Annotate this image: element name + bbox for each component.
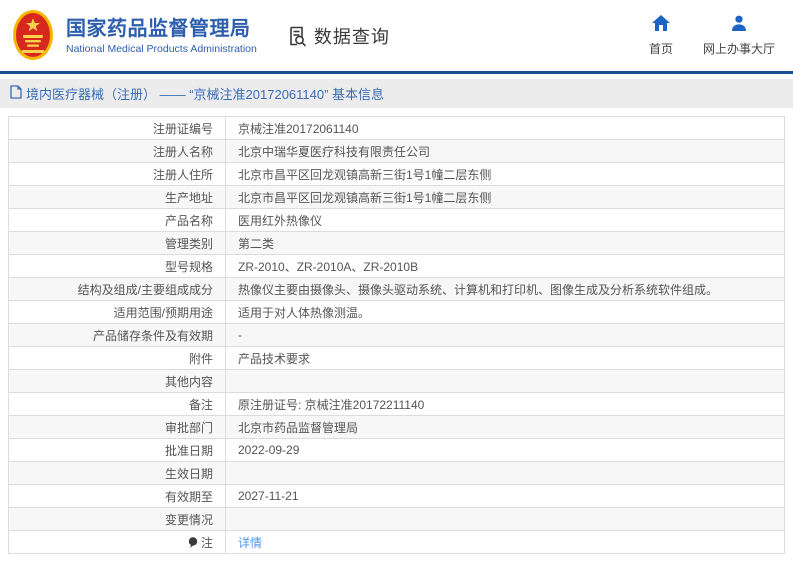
header-divider bbox=[0, 71, 793, 74]
row-value: 2027-11-21 bbox=[238, 489, 299, 503]
table-row: 批准日期 2022-09-29 bbox=[9, 439, 784, 462]
row-value: 第二类 bbox=[238, 236, 275, 251]
row-label-text: 产品名称 bbox=[164, 213, 213, 228]
row-value: 详情 bbox=[226, 531, 784, 553]
row-label-text: 注册人名称 bbox=[152, 144, 213, 159]
row-value bbox=[226, 508, 784, 530]
row-label: 适用范围/预期用途 bbox=[9, 301, 226, 323]
row-label: 变更情况 bbox=[9, 508, 226, 530]
row-label: 注册人住所 bbox=[9, 163, 226, 185]
row-label-text: 其他内容 bbox=[164, 374, 213, 389]
row-label-text: 生效日期 bbox=[164, 466, 213, 481]
row-value: 北京中瑞华夏医疗科技有限责任公司 bbox=[238, 144, 431, 159]
info-table: 注册证编号 京械注准20172061140 注册人名称 北京中瑞华夏医疗科技有限… bbox=[8, 116, 785, 554]
row-label: 生效日期 bbox=[9, 462, 226, 484]
row-value: 京械注准20172061140 bbox=[238, 121, 359, 136]
row-label: 批准日期 bbox=[9, 439, 226, 461]
row-label-text: 备注 bbox=[188, 397, 213, 412]
row-label: 产品名称 bbox=[9, 209, 226, 231]
row-label-text: 适用范围/预期用途 bbox=[113, 305, 213, 320]
table-row: 注册人名称 北京中瑞华夏医疗科技有限责任公司 bbox=[9, 140, 784, 163]
row-value: 医用红外热像仪 bbox=[238, 213, 323, 228]
table-row: 产品名称 医用红外热像仪 bbox=[9, 209, 784, 232]
national-emblem-logo bbox=[12, 9, 54, 63]
document-search-icon bbox=[287, 25, 309, 47]
row-value: 适用于对人体热像测温。 bbox=[238, 305, 371, 320]
nav-service-hall-label: 网上办事大厅 bbox=[702, 41, 775, 56]
row-value: - bbox=[238, 328, 242, 342]
row-label: 注 bbox=[9, 531, 226, 553]
row-label-text: 注册证编号 bbox=[152, 121, 213, 136]
data-query-section[interactable]: 数据查询 bbox=[287, 23, 390, 49]
row-label-text: 注 bbox=[200, 535, 213, 550]
row-label: 产品储存条件及有效期 bbox=[9, 324, 226, 346]
home-icon bbox=[651, 14, 670, 36]
table-row: 其他内容 bbox=[9, 370, 784, 393]
row-value: 原注册证号: 京械注准20172211140 bbox=[238, 397, 425, 412]
row-label-text: 结构及组成/主要组成成分 bbox=[77, 282, 213, 297]
table-row: 备注 原注册证号: 京械注准20172211140 bbox=[9, 393, 784, 416]
table-row: 附件 产品技术要求 bbox=[9, 347, 784, 370]
detail-link[interactable]: 详情 bbox=[238, 534, 262, 551]
table-row: 产品储存条件及有效期 - bbox=[9, 324, 784, 347]
breadcrumb: 境内医疗器械（注册） —— “京械注准20172061140” 基本信息 bbox=[10, 84, 384, 103]
table-row: 管理类别 第二类 bbox=[9, 232, 784, 255]
row-label-text: 有效期至 bbox=[164, 489, 213, 504]
table-row: 注册人住所 北京市昌平区回龙观镇高新三街1号1幢二层东侧 bbox=[9, 163, 784, 186]
row-value bbox=[226, 462, 784, 484]
table-row: 结构及组成/主要组成成分 热像仪主要由摄像头、摄像头驱动系统、计算机和打印机、图… bbox=[9, 278, 784, 301]
row-label: 结构及组成/主要组成成分 bbox=[9, 278, 226, 300]
row-label-text: 产品储存条件及有效期 bbox=[92, 328, 213, 343]
note-icon bbox=[188, 536, 198, 548]
table-row: 适用范围/预期用途 适用于对人体热像测温。 bbox=[9, 301, 784, 324]
row-value: 热像仪主要由摄像头、摄像头驱动系统、计算机和打印机、图像生成及分析系统软件组成。 bbox=[238, 282, 719, 297]
nav-item-service-hall[interactable]: 网上办事大厅 bbox=[703, 15, 775, 57]
row-value: 产品技术要求 bbox=[238, 351, 311, 366]
row-value: 北京市昌平区回龙观镇高新三街1号1幢二层东侧 bbox=[238, 190, 492, 205]
table-row: 注册证编号 京械注准20172061140 bbox=[9, 117, 784, 140]
row-label-text: 审批部门 bbox=[164, 420, 213, 435]
row-label: 型号规格 bbox=[9, 255, 226, 277]
row-label: 附件 bbox=[9, 347, 226, 369]
table-row: 有效期至 2027-11-21 bbox=[9, 485, 784, 508]
data-query-label: 数据查询 bbox=[313, 26, 390, 47]
row-label-text: 型号规格 bbox=[164, 259, 213, 274]
site-subtitle: National Medical Products Administration bbox=[66, 42, 257, 55]
row-label-text: 变更情况 bbox=[164, 512, 213, 527]
row-value bbox=[226, 370, 784, 392]
row-label-text: 批准日期 bbox=[164, 443, 213, 458]
table-row: 型号规格 ZR-2010、ZR-2010A、ZR-2010B bbox=[9, 255, 784, 278]
table-row: 审批部门 北京市药品监督管理局 bbox=[9, 416, 784, 439]
page-header: 国家药品监督管理局 National Medical Products Admi… bbox=[0, 0, 793, 71]
breadcrumb-text: 境内医疗器械（注册） —— “京械注准20172061140” 基本信息 bbox=[26, 87, 385, 102]
table-row: 注 详情 bbox=[9, 531, 784, 554]
row-label: 备注 bbox=[9, 393, 226, 415]
row-label: 审批部门 bbox=[9, 416, 226, 438]
row-label-text: 管理类别 bbox=[164, 236, 213, 251]
person-icon bbox=[731, 15, 747, 36]
row-label-text: 附件 bbox=[188, 351, 213, 366]
row-label: 注册人名称 bbox=[9, 140, 226, 162]
row-label-text: 注册人住所 bbox=[152, 167, 213, 182]
breadcrumb-bar: 境内医疗器械（注册） —— “京械注准20172061140” 基本信息 bbox=[0, 79, 793, 108]
row-label: 有效期至 bbox=[9, 485, 226, 507]
row-label: 其他内容 bbox=[9, 370, 226, 392]
header-nav: 首页 网上办事大厅 bbox=[648, 14, 775, 57]
row-label: 注册证编号 bbox=[9, 117, 226, 139]
row-value: 北京市药品监督管理局 bbox=[238, 420, 359, 435]
nav-home-label: 首页 bbox=[648, 41, 673, 56]
row-label-text: 生产地址 bbox=[164, 190, 213, 205]
row-label: 管理类别 bbox=[9, 232, 226, 254]
row-value: 北京市昌平区回龙观镇高新三街1号1幢二层东侧 bbox=[238, 167, 492, 182]
nav-item-home[interactable]: 首页 bbox=[648, 14, 673, 57]
row-label: 生产地址 bbox=[9, 186, 226, 208]
table-row: 生产地址 北京市昌平区回龙观镇高新三街1号1幢二层东侧 bbox=[9, 186, 784, 209]
site-title: 国家药品监督管理局 bbox=[66, 17, 251, 40]
row-value: ZR-2010、ZR-2010A、ZR-2010B bbox=[238, 259, 419, 274]
table-row: 变更情况 bbox=[9, 508, 784, 531]
table-row: 生效日期 bbox=[9, 462, 784, 485]
page-file-icon bbox=[10, 85, 22, 102]
row-value: 2022-09-29 bbox=[238, 443, 300, 457]
